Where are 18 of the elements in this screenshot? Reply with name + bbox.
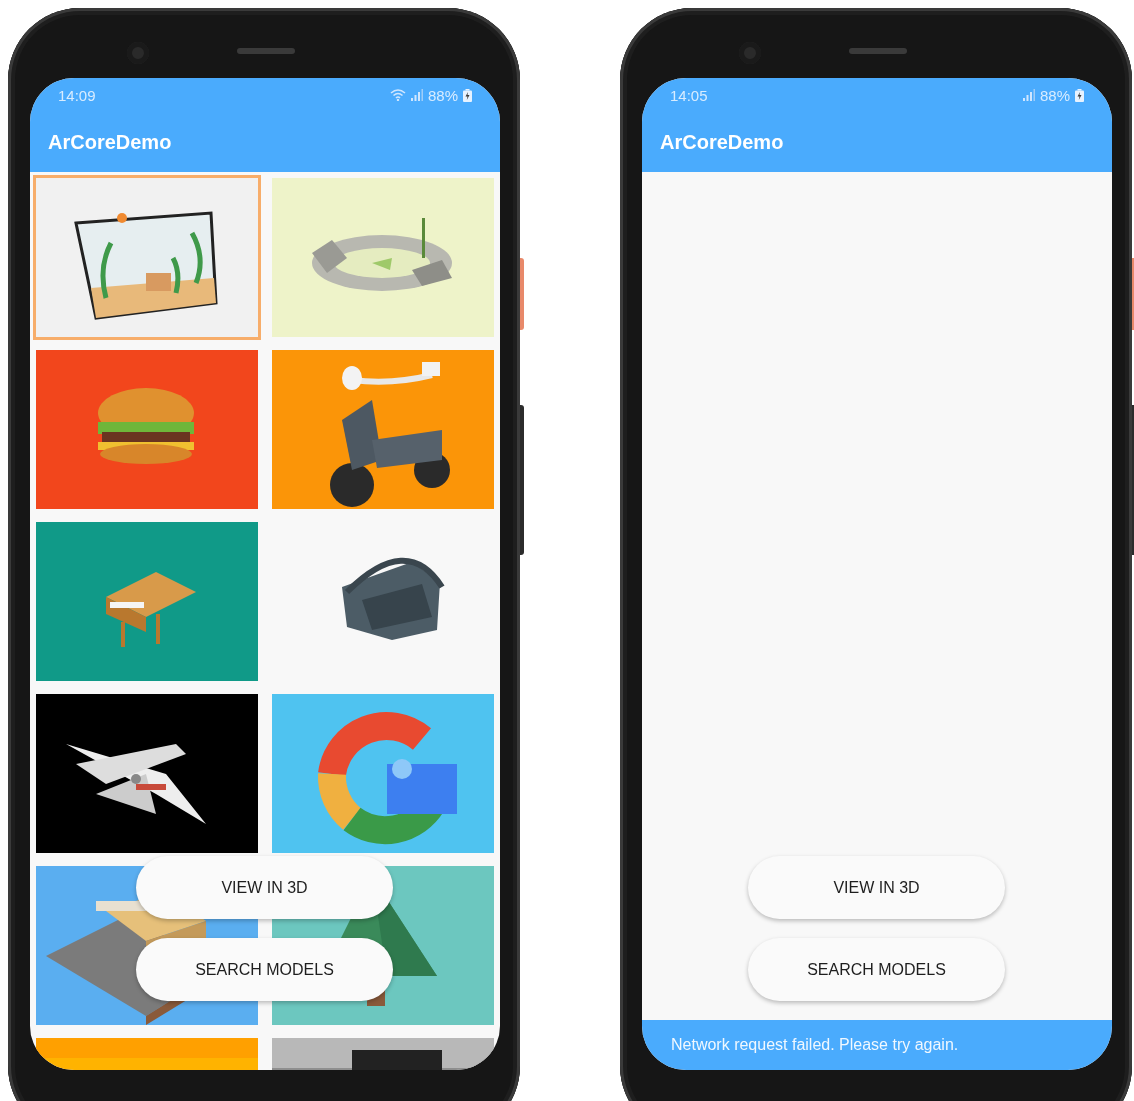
- battery-icon: [463, 88, 472, 102]
- speaker-grille: [849, 48, 907, 54]
- status-time: 14:05: [670, 86, 708, 104]
- app-title: ArCoreDemo: [660, 130, 784, 154]
- snackbar-message: Network request failed. Please try again.: [671, 1036, 959, 1054]
- action-button[interactable]: VIEW IN 3D: [748, 856, 1005, 919]
- action-button[interactable]: SEARCH MODELS: [748, 938, 1005, 1001]
- speaker-grille: [237, 48, 295, 54]
- status-time: 14:09: [58, 86, 96, 104]
- battery-level: 88%: [427, 86, 458, 104]
- action-button[interactable]: VIEW IN 3D: [136, 856, 393, 919]
- signal-icon: [1022, 89, 1035, 101]
- app-title: ArCoreDemo: [48, 130, 172, 154]
- wifi-icon: [389, 89, 406, 101]
- battery-level: 88%: [1039, 86, 1070, 104]
- battery-icon: [1075, 88, 1084, 102]
- action-button[interactable]: SEARCH MODELS: [136, 938, 393, 1001]
- signal-icon: [410, 89, 423, 101]
